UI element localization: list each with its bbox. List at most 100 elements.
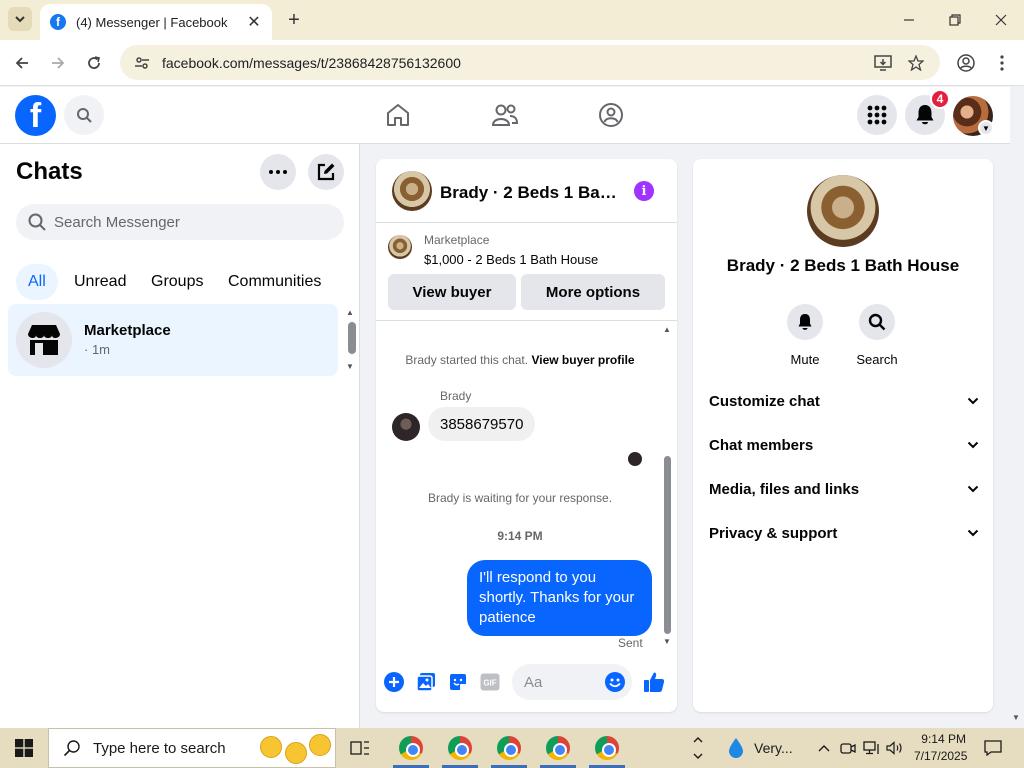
chrome-taskbar-app-1[interactable] bbox=[397, 734, 425, 762]
chevron-down-icon bbox=[967, 529, 979, 537]
message-input[interactable] bbox=[524, 673, 594, 691]
search-action[interactable]: Search bbox=[847, 304, 907, 367]
home-nav-button[interactable] bbox=[384, 101, 412, 129]
privacy-support-section[interactable]: Privacy & support bbox=[709, 518, 979, 548]
chat-members-section[interactable]: Chat members bbox=[709, 430, 979, 460]
browser-menu-icon[interactable] bbox=[991, 52, 1013, 74]
messenger-search-input[interactable] bbox=[54, 213, 314, 231]
chat-started-text: Brady started this chat. bbox=[405, 353, 529, 367]
chats-scrollbar-thumb[interactable] bbox=[348, 322, 356, 354]
chats-options-button[interactable] bbox=[260, 154, 296, 190]
menu-grid-button[interactable] bbox=[857, 95, 897, 135]
forward-button[interactable] bbox=[47, 52, 69, 74]
messenger-search[interactable] bbox=[16, 204, 344, 240]
address-bar[interactable]: facebook.com/messages/t/2386842875613260… bbox=[120, 45, 940, 80]
bell-icon bbox=[916, 105, 934, 125]
tab-search-button[interactable] bbox=[8, 7, 32, 31]
filter-unread[interactable]: Unread bbox=[62, 264, 138, 300]
arrow-right-icon bbox=[52, 57, 65, 69]
scroll-down-arrow-icon[interactable]: ▼ bbox=[663, 637, 671, 646]
section-label: Media, files and links bbox=[709, 480, 860, 498]
section-label: Chat members bbox=[709, 436, 814, 454]
thread-scrollbar-thumb[interactable] bbox=[664, 456, 671, 634]
outgoing-message[interactable]: I'll respond to you shortly. Thanks for … bbox=[467, 560, 652, 636]
listing-price[interactable]: $1,000 - 2 Beds 1 Bath House bbox=[424, 252, 598, 267]
task-view-button[interactable] bbox=[346, 734, 374, 762]
scroll-up-arrow-icon[interactable]: ▲ bbox=[663, 325, 671, 334]
new-message-button[interactable] bbox=[308, 154, 344, 190]
info-icon[interactable]: i bbox=[634, 181, 654, 201]
chrome-taskbar-app-3[interactable] bbox=[495, 734, 523, 762]
filter-groups[interactable]: Groups bbox=[139, 264, 215, 300]
close-window-button[interactable] bbox=[978, 6, 1024, 34]
search-label: Search bbox=[856, 352, 898, 367]
new-tab-plus-icon[interactable]: + bbox=[284, 9, 304, 32]
scroll-down-arrow-icon[interactable]: ▼ bbox=[346, 362, 354, 371]
browser-tab[interactable]: f (4) Messenger | Facebook ✕ bbox=[40, 4, 272, 40]
site-settings-icon[interactable] bbox=[134, 55, 150, 71]
start-button[interactable] bbox=[0, 728, 48, 768]
chrome-taskbar-app-5[interactable] bbox=[593, 734, 621, 762]
search-icon bbox=[63, 740, 80, 757]
conversation-header[interactable]: Brady · 2 Beds 1 Bath House i bbox=[376, 159, 677, 223]
volume-icon[interactable] bbox=[881, 734, 909, 762]
more-actions-plus-icon[interactable] bbox=[383, 671, 405, 693]
message-thread: Brady started this chat. View buyer prof… bbox=[376, 321, 677, 651]
page-scroll-down-arrow-icon[interactable]: ▼ bbox=[1012, 713, 1020, 722]
chrome-taskbar-app-2[interactable] bbox=[446, 734, 474, 762]
mute-button[interactable] bbox=[787, 304, 823, 340]
back-button[interactable] bbox=[11, 52, 33, 74]
chat-list-item[interactable]: Marketplace · 1m bbox=[8, 304, 338, 376]
like-thumbs-up-icon[interactable] bbox=[643, 671, 665, 693]
message-input-box[interactable] bbox=[512, 664, 632, 700]
listing-small-thumbnail bbox=[388, 235, 412, 259]
filter-all[interactable]: All bbox=[16, 264, 58, 300]
bookmark-star-icon[interactable] bbox=[905, 52, 927, 74]
system-clock[interactable]: 9:14 PM 7/17/2025 bbox=[914, 731, 967, 765]
listing-card: Marketplace $1,000 - 2 Beds 1 Bath House… bbox=[376, 223, 677, 321]
view-buyer-button[interactable]: View buyer bbox=[388, 274, 516, 310]
customize-chat-section[interactable]: Customize chat bbox=[709, 386, 979, 416]
more-options-button[interactable]: More options bbox=[521, 274, 665, 310]
search-in-chat-button[interactable] bbox=[859, 304, 895, 340]
search-icon bbox=[868, 313, 886, 331]
weather-widget[interactable] bbox=[722, 734, 750, 762]
view-buyer-profile-link[interactable]: View buyer profile bbox=[531, 353, 634, 367]
more-horizontal-icon bbox=[269, 170, 287, 174]
chrome-taskbar-app-4[interactable] bbox=[544, 734, 572, 762]
emoji-icon[interactable] bbox=[605, 672, 625, 692]
filter-communities[interactable]: Communities bbox=[216, 264, 333, 300]
profile-icon[interactable] bbox=[955, 52, 977, 74]
restore-button[interactable] bbox=[932, 6, 978, 34]
sticker-icon[interactable] bbox=[447, 671, 469, 693]
mute-action[interactable]: Mute bbox=[775, 304, 835, 367]
close-icon bbox=[995, 14, 1007, 26]
friends-nav-button[interactable] bbox=[491, 101, 519, 129]
action-center-button[interactable] bbox=[979, 734, 1007, 762]
gif-label: GIF bbox=[483, 679, 496, 688]
info-name: Brady · 2 Beds 1 Bath House bbox=[726, 256, 960, 275]
incoming-message[interactable]: 3858679570 bbox=[428, 407, 536, 441]
weather-text[interactable]: Very... bbox=[754, 740, 793, 756]
chrome-icon bbox=[399, 736, 423, 760]
account-chevron-icon[interactable]: ▼ bbox=[978, 120, 994, 136]
conversation-panel: Brady · 2 Beds 1 Bath House i Marketplac… bbox=[376, 159, 677, 712]
marketplace-avatar bbox=[16, 312, 72, 368]
section-label: Privacy & support bbox=[709, 524, 838, 542]
groups-nav-button[interactable] bbox=[597, 101, 625, 129]
minimize-button[interactable] bbox=[886, 6, 932, 34]
taskbar-search-placeholder: Type here to search bbox=[93, 739, 226, 757]
media-files-links-section[interactable]: Media, files and links bbox=[709, 474, 979, 504]
reload-button[interactable] bbox=[83, 52, 105, 74]
photo-attach-icon[interactable] bbox=[415, 671, 437, 693]
bell-icon bbox=[798, 314, 812, 330]
gif-icon[interactable]: GIF bbox=[479, 671, 501, 693]
facebook-logo[interactable]: f bbox=[15, 95, 56, 136]
taskbar-scroll-button[interactable] bbox=[689, 734, 707, 762]
grid-icon bbox=[867, 105, 887, 125]
sender-avatar[interactable] bbox=[392, 413, 420, 441]
facebook-search-button[interactable] bbox=[64, 95, 104, 135]
scroll-up-arrow-icon[interactable]: ▲ bbox=[346, 308, 354, 317]
tab-close-icon[interactable]: ✕ bbox=[246, 12, 262, 32]
install-app-icon[interactable] bbox=[872, 52, 894, 74]
